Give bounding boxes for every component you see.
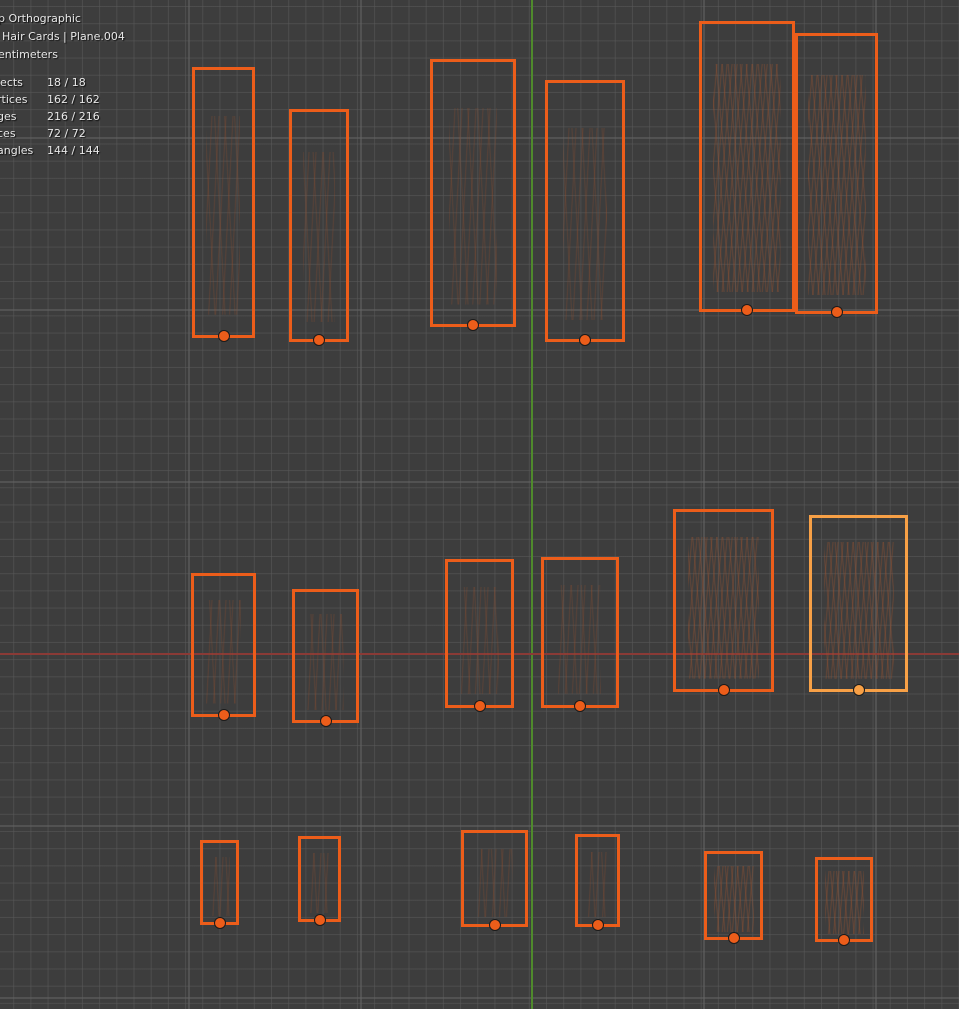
stat-label: rtices bbox=[0, 93, 28, 106]
collection-object-text: Hair Cards | Plane.004 bbox=[2, 30, 125, 43]
object-origin-icon bbox=[217, 709, 230, 721]
stat-label: angles bbox=[0, 144, 34, 157]
object-origin-icon bbox=[717, 684, 730, 696]
object-origin-icon bbox=[319, 715, 332, 727]
object-origin-icon bbox=[727, 932, 740, 944]
object-origin-icon bbox=[741, 304, 753, 316]
grid-line bbox=[0, 997, 959, 999]
hair-card-plane[interactable] bbox=[191, 573, 256, 721]
stat-label: ces bbox=[0, 127, 16, 140]
units-label: entimeters bbox=[0, 48, 58, 61]
grid-line bbox=[188, 0, 190, 1009]
grid-line bbox=[0, 825, 959, 827]
hair-card-plane[interactable] bbox=[289, 109, 349, 346]
hair-card-plane[interactable] bbox=[461, 830, 528, 931]
grid-line bbox=[0, 481, 959, 483]
object-origin-icon bbox=[488, 919, 501, 931]
stat-label: ges bbox=[0, 110, 17, 123]
hair-card-plane[interactable] bbox=[541, 557, 619, 712]
object-origin-icon bbox=[591, 919, 604, 931]
hair-card-plane[interactable] bbox=[192, 67, 255, 342]
hair-card-plane[interactable] bbox=[545, 80, 625, 346]
stat-value: 216 / 216 bbox=[47, 110, 100, 123]
hair-card-plane[interactable] bbox=[430, 59, 516, 331]
object-origin-icon bbox=[852, 684, 865, 696]
hair-card-plane[interactable] bbox=[815, 857, 873, 946]
active-hair-card-plane[interactable] bbox=[809, 515, 908, 696]
object-origin-icon bbox=[313, 334, 325, 346]
object-origin-icon bbox=[579, 334, 591, 346]
stat-value: 72 / 72 bbox=[47, 127, 86, 140]
hair-card-plane[interactable] bbox=[673, 509, 774, 696]
3d-viewport[interactable]: p Orthographic Hair Cards | Plane.004 en… bbox=[0, 0, 959, 1009]
hair-card-plane[interactable] bbox=[575, 834, 620, 931]
stat-value: 144 / 144 bbox=[47, 144, 100, 157]
view-name: p Orthographic bbox=[0, 12, 81, 25]
object-origin-icon bbox=[838, 934, 850, 946]
hair-card-plane[interactable] bbox=[292, 589, 359, 727]
object-origin-icon bbox=[473, 700, 486, 712]
object-origin-icon bbox=[830, 306, 843, 318]
hair-card-plane[interactable] bbox=[298, 836, 341, 926]
hair-card-plane[interactable] bbox=[699, 21, 795, 316]
object-origin-icon bbox=[313, 914, 326, 926]
grid-line bbox=[360, 0, 362, 1009]
object-origin-icon bbox=[467, 319, 479, 331]
stat-value: 162 / 162 bbox=[47, 93, 100, 106]
y-axis-line bbox=[531, 0, 533, 1009]
collection-object-label: Hair Cards | Plane.004 bbox=[0, 28, 125, 46]
hair-card-plane[interactable] bbox=[795, 33, 878, 318]
hair-card-plane[interactable] bbox=[200, 840, 239, 929]
stat-value: 18 / 18 bbox=[47, 76, 86, 89]
object-origin-icon bbox=[217, 330, 230, 342]
hair-card-plane[interactable] bbox=[445, 559, 514, 712]
hair-card-plane[interactable] bbox=[704, 851, 763, 944]
stat-label: jects bbox=[0, 76, 23, 89]
object-origin-icon bbox=[574, 700, 586, 712]
object-origin-icon bbox=[213, 917, 226, 929]
